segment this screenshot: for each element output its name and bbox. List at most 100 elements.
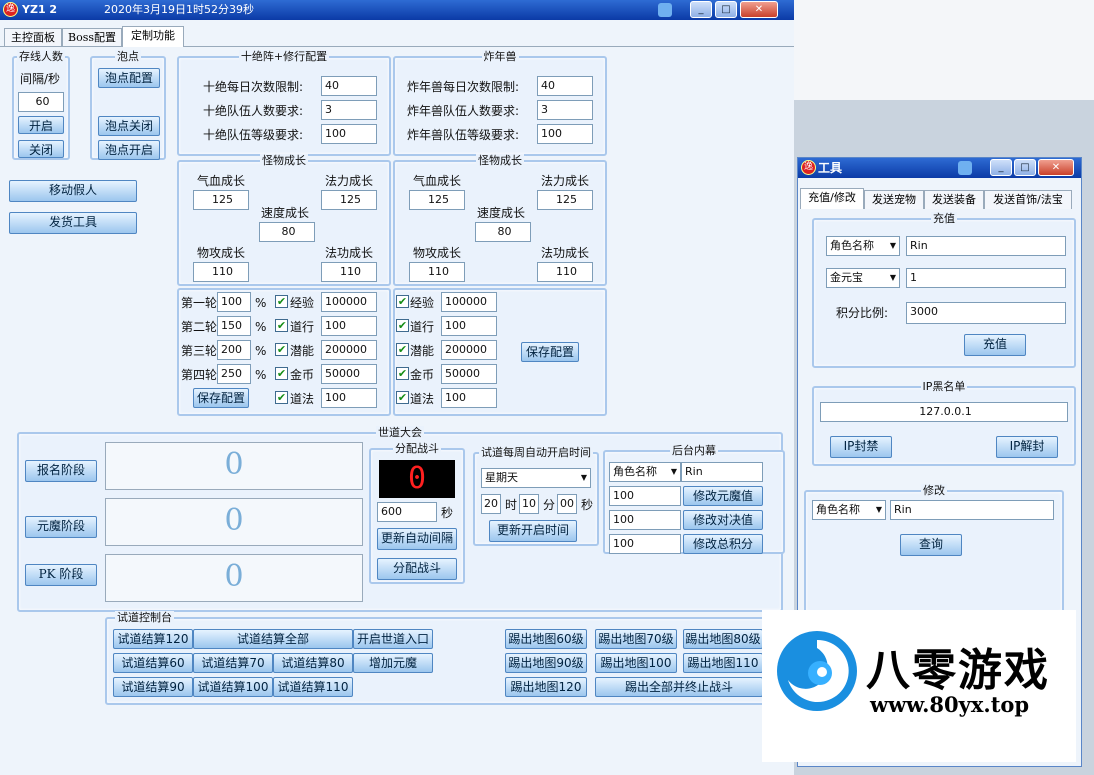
round-5-amount-input[interactable]: 100 (321, 388, 377, 408)
maximize-icon[interactable]: □ (715, 1, 737, 18)
ip-unban-button[interactable]: IP解封 (996, 436, 1058, 458)
settle-120-button[interactable]: 试道结算120 (113, 629, 193, 649)
kick-90-button[interactable]: 踢出地图90级 (505, 653, 587, 673)
interval-input[interactable]: 60 (18, 92, 64, 112)
modify-name-input[interactable]: Rin (890, 500, 1054, 520)
reward-r2-input[interactable]: 100 (441, 316, 497, 336)
stage-signup-button[interactable]: 报名阶段 (25, 460, 97, 482)
assign-fight-button[interactable]: 分配战斗 (377, 558, 457, 580)
stage-pk-button[interactable]: PK 阶段 (25, 564, 97, 586)
reward-r3-input[interactable]: 200000 (441, 340, 497, 360)
growth-left-hp-input[interactable]: 125 (193, 190, 249, 210)
update-interval-button[interactable]: 更新自动间隔 (377, 528, 457, 550)
online-start-button[interactable]: 开启 (18, 116, 64, 134)
round-2-amount-input[interactable]: 100 (321, 316, 377, 336)
duel-value-input[interactable]: 100 (609, 510, 681, 530)
nian-level-input[interactable]: 100 (537, 124, 593, 144)
reward-r4-input[interactable]: 50000 (441, 364, 497, 384)
add-yuanmo-button[interactable]: 增加元魔 (353, 653, 433, 673)
reward-r3-checkbox[interactable]: ✔ (396, 343, 409, 356)
round-4-amount-input[interactable]: 50000 (321, 364, 377, 384)
reward-r1-checkbox[interactable]: ✔ (396, 295, 409, 308)
round-2-pct-input[interactable]: 150 (217, 316, 251, 336)
tab-boss-config[interactable]: Boss配置 (62, 28, 122, 47)
settle-110-button[interactable]: 试道结算110 (273, 677, 353, 697)
reward-r4-checkbox[interactable]: ✔ (396, 367, 409, 380)
ip-ban-button[interactable]: IP封禁 (830, 436, 892, 458)
growth-right-atk-input[interactable]: 110 (409, 262, 465, 282)
bubble-on-button[interactable]: 泡点开启 (98, 140, 160, 160)
weekday-select[interactable]: 星期天 ▼ (481, 468, 591, 488)
rewards-save-button[interactable]: 保存配置 (521, 342, 579, 362)
kick-all-button[interactable]: 踢出全部并终止战斗 (595, 677, 763, 697)
tab-recharge[interactable]: 充值/修改 (800, 188, 864, 209)
stage-yuanmo-button[interactable]: 元魔阶段 (25, 516, 97, 538)
tab-send-pet[interactable]: 发送宠物 (864, 190, 924, 209)
round-1-amount-input[interactable]: 100000 (321, 292, 377, 312)
rounds-save-button[interactable]: 保存配置 (193, 388, 249, 408)
modify-yuanmo-button[interactable]: 修改元魔值 (683, 486, 763, 506)
tenjue-level-input[interactable]: 100 (321, 124, 377, 144)
currency-select[interactable]: 金元宝 ▼ (826, 268, 900, 288)
minute-input[interactable]: 10 (519, 494, 539, 514)
online-close-button[interactable]: 关闭 (18, 140, 64, 158)
round-4-pct-input[interactable]: 250 (217, 364, 251, 384)
move-fake-button[interactable]: 移动假人 (9, 180, 137, 202)
kick-120-button[interactable]: 踢出地图120 (505, 677, 587, 697)
reward-r1-input[interactable]: 100000 (441, 292, 497, 312)
send-tool-button[interactable]: 发货工具 (9, 212, 137, 234)
kick-100-button[interactable]: 踢出地图100 (595, 653, 677, 673)
update-open-time-button[interactable]: 更新开启时间 (489, 520, 577, 542)
query-button[interactable]: 查询 (900, 534, 962, 556)
backstage-name-input[interactable]: Rin (681, 462, 763, 482)
growth-right-matk-input[interactable]: 110 (537, 262, 593, 282)
growth-left-spd-input[interactable]: 80 (259, 222, 315, 242)
growth-left-mp-input[interactable]: 125 (321, 190, 377, 210)
round-4-checkbox[interactable]: ✔ (275, 367, 288, 380)
growth-left-matk-input[interactable]: 110 (321, 262, 377, 282)
recharge-amount-input[interactable]: 1 (906, 268, 1066, 288)
close-icon[interactable]: ✕ (740, 1, 778, 18)
tenjue-size-input[interactable]: 3 (321, 100, 377, 120)
round-3-amount-input[interactable]: 200000 (321, 340, 377, 360)
kick-70-button[interactable]: 踢出地图70级 (595, 629, 677, 649)
settle-70-button[interactable]: 试道结算70 (193, 653, 273, 673)
growth-right-mp-input[interactable]: 125 (537, 190, 593, 210)
recharge-name-input[interactable]: Rin (906, 236, 1066, 256)
growth-right-spd-input[interactable]: 80 (475, 222, 531, 242)
tab-custom[interactable]: 定制功能 (122, 26, 184, 47)
round-1-checkbox[interactable]: ✔ (275, 295, 288, 308)
tenjue-limit-input[interactable]: 40 (321, 76, 377, 96)
tab-main-panel[interactable]: 主控面板 (4, 28, 62, 47)
open-entrance-button[interactable]: 开启世道入口 (353, 629, 433, 649)
modify-role-select[interactable]: 角色名称 ▼ (812, 500, 886, 520)
yuanmo-value-input[interactable]: 100 (609, 486, 681, 506)
round-3-checkbox[interactable]: ✔ (275, 343, 288, 356)
tool-maximize-icon[interactable]: □ (1014, 159, 1036, 176)
kick-60-button[interactable]: 踢出地图60级 (505, 629, 587, 649)
round-1-pct-input[interactable]: 100 (217, 292, 251, 312)
recharge-role-select[interactable]: 角色名称 ▼ (826, 236, 900, 256)
nian-limit-input[interactable]: 40 (537, 76, 593, 96)
growth-left-atk-input[interactable]: 110 (193, 262, 249, 282)
settle-60-button[interactable]: 试道结算60 (113, 653, 193, 673)
settle-100-button[interactable]: 试道结算100 (193, 677, 273, 697)
tab-send-jewelry[interactable]: 发送首饰/法宝 (984, 190, 1072, 209)
nian-size-input[interactable]: 3 (537, 100, 593, 120)
ratio-input[interactable]: 3000 (906, 302, 1066, 324)
recharge-button[interactable]: 充值 (964, 334, 1026, 356)
tool-close-icon[interactable]: ✕ (1038, 159, 1074, 176)
settle-all-button[interactable]: 试道结算全部 (193, 629, 353, 649)
kick-110-button[interactable]: 踢出地图110 (683, 653, 763, 673)
reward-r2-checkbox[interactable]: ✔ (396, 319, 409, 332)
round-5-checkbox[interactable]: ✔ (275, 391, 288, 404)
ip-input[interactable]: 127.0.0.1 (820, 402, 1068, 422)
bubble-config-button[interactable]: 泡点配置 (98, 68, 160, 88)
backstage-select[interactable]: 角色名称 ▼ (609, 462, 681, 482)
bubble-off-button[interactable]: 泡点关闭 (98, 116, 160, 136)
modify-duel-button[interactable]: 修改对决值 (683, 510, 763, 530)
minimize-icon[interactable]: _ (690, 1, 712, 18)
kick-80-button[interactable]: 踢出地图80级 (683, 629, 763, 649)
reward-r5-input[interactable]: 100 (441, 388, 497, 408)
growth-right-hp-input[interactable]: 125 (409, 190, 465, 210)
